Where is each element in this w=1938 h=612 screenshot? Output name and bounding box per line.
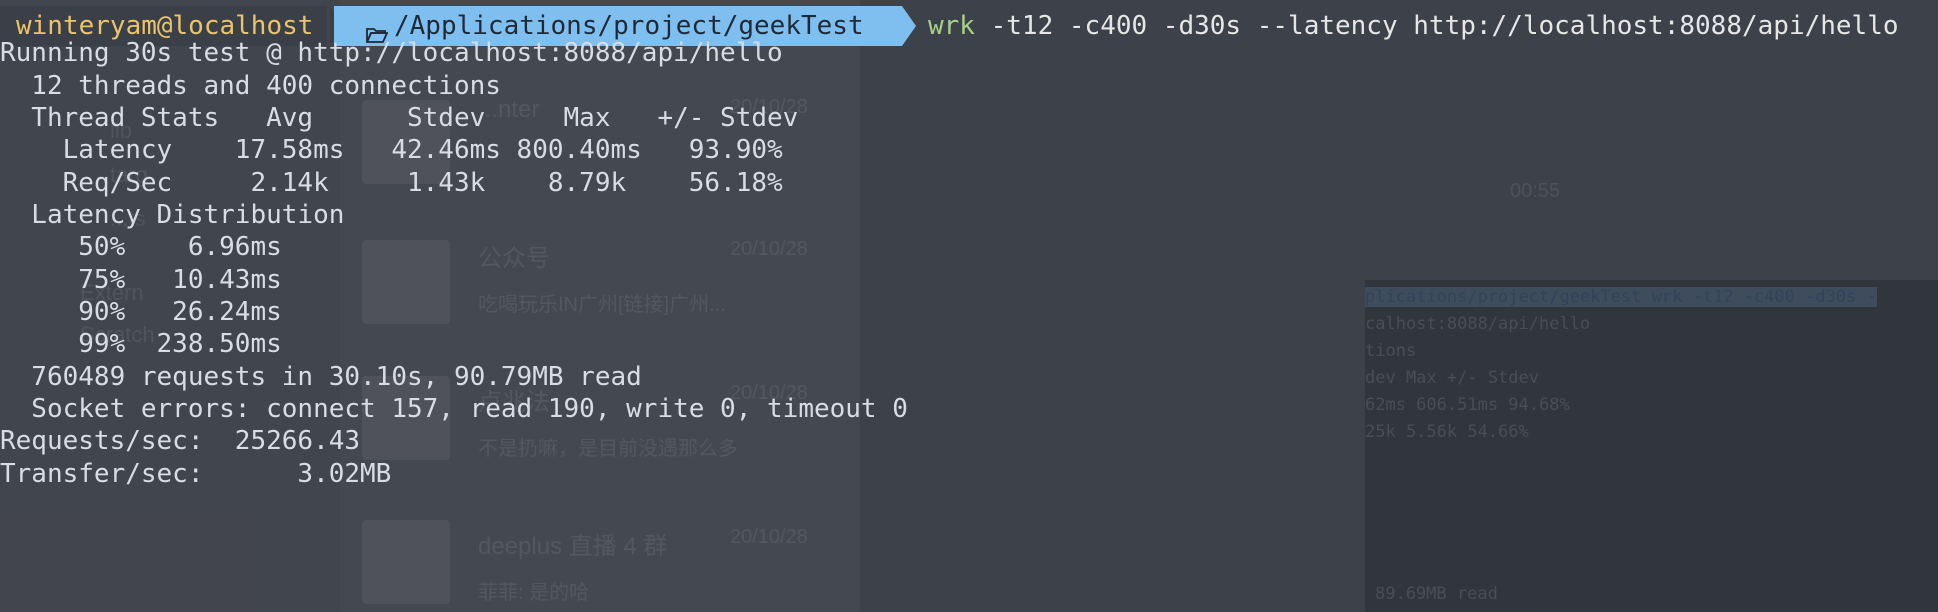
output-transfer-per-sec: Transfer/sec: 3.02MB	[0, 459, 392, 489]
command-executable: wrk	[928, 11, 975, 41]
folder-open-icon	[365, 16, 389, 43]
command-arguments: -t12 -c400 -d30s --latency http://localh…	[974, 11, 1899, 41]
terminal-window[interactable]: winteryam@localhost /Applications/projec…	[0, 0, 1938, 612]
prompt-separator-arrow	[902, 6, 916, 46]
command-line[interactable]: wrk -t12 -c400 -d30s --latency http://lo…	[928, 6, 1899, 46]
